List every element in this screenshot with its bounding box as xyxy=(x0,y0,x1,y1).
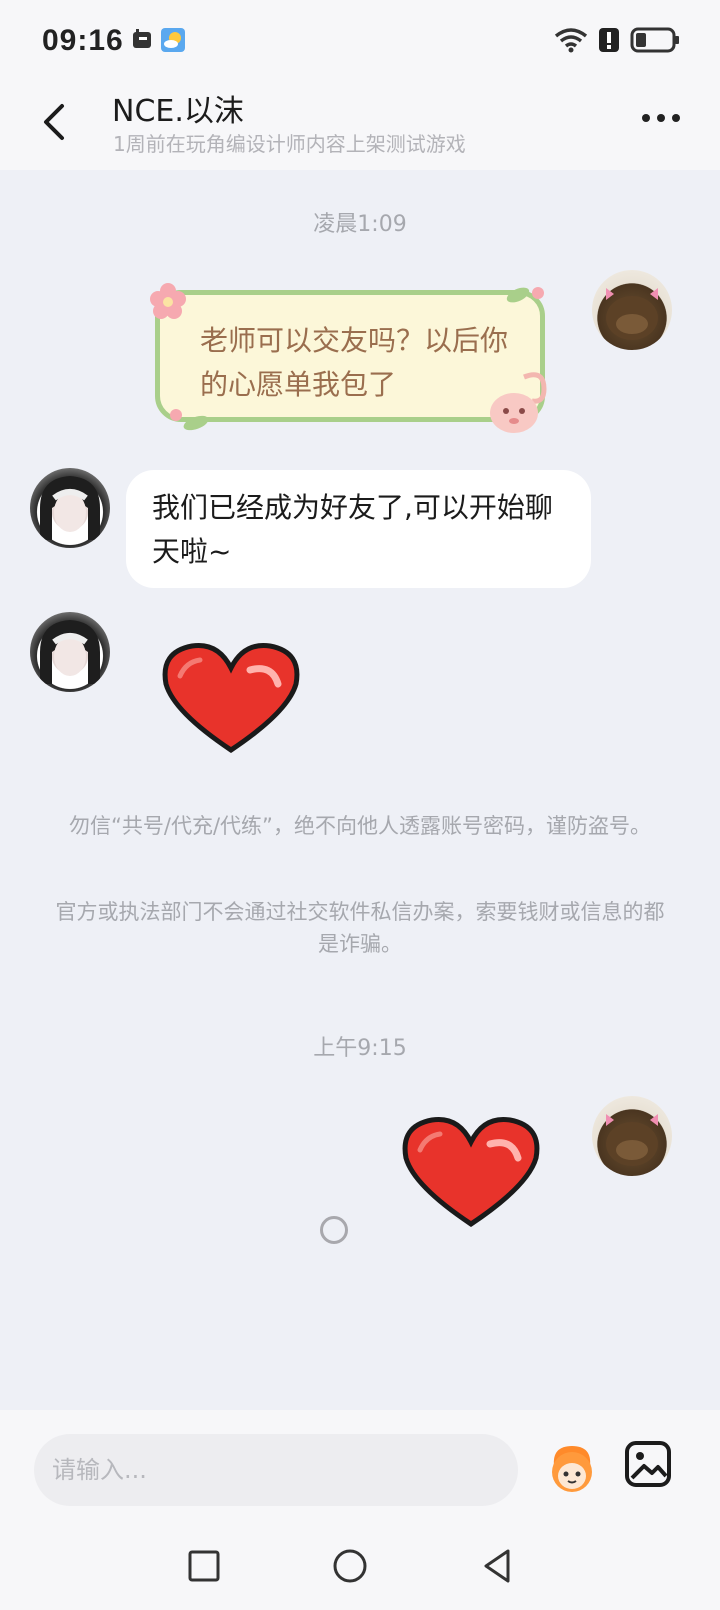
avatar-portrait-icon xyxy=(40,620,100,684)
image-picker-icon[interactable] xyxy=(624,1440,672,1488)
battery-icon xyxy=(630,27,679,53)
contact-status: 1周前在玩角编设计师内容上架测试游戏 xyxy=(113,132,466,156)
friend-avatar[interactable] xyxy=(30,468,110,548)
timestamp: 凌晨1:09 xyxy=(313,212,407,237)
avatar-bow-icon xyxy=(606,1114,658,1166)
recent-apps-icon[interactable] xyxy=(184,1546,224,1586)
status-bar: 09:16 xyxy=(0,0,720,80)
contact-name: NCE.以沫 xyxy=(112,94,244,129)
home-icon[interactable] xyxy=(330,1546,370,1586)
avatar-bow-icon xyxy=(606,288,658,340)
wifi-icon xyxy=(554,28,588,53)
pink-creature-icon xyxy=(490,372,547,433)
heart-sticker-icon[interactable] xyxy=(160,640,302,756)
status-left-icons xyxy=(130,27,186,53)
heart-sticker-icon[interactable] xyxy=(400,1114,542,1230)
system-nav-bar xyxy=(0,1520,720,1610)
chat-header: NCE.以沫 1周前在玩角编设计师内容上架测试游戏 xyxy=(0,80,720,170)
emoji-sticker-icon[interactable] xyxy=(544,1440,600,1496)
sticker-message-text: 老师可以交友吗？以后你的心愿单我包了 xyxy=(200,324,509,401)
status-right-icons xyxy=(554,27,680,53)
my-avatar[interactable] xyxy=(592,1096,672,1176)
status-time: 09:16 xyxy=(42,24,124,57)
message-input[interactable] xyxy=(34,1434,518,1506)
flower-icon xyxy=(150,283,186,319)
leaf-icon xyxy=(170,409,209,431)
back-arrow-icon[interactable] xyxy=(36,100,76,144)
notification-app-icon xyxy=(133,29,151,48)
chat-screen: 09:16 NCE.以沫 1周前在玩角编设计师内容上架测试游戏 凌晨1:09 老… xyxy=(0,0,720,1610)
alert-icon xyxy=(599,28,619,52)
more-options-icon[interactable] xyxy=(642,114,682,130)
fraud-warning: 官方或执法部门不会通过社交软件私信办案，索要钱财或信息的都是诈骗。 xyxy=(55,900,665,956)
back-triangle-icon[interactable] xyxy=(478,1546,518,1586)
input-bar xyxy=(0,1410,720,1520)
friend-message-bubble[interactable]: 我们已经成为好友了,可以开始聊天啦~ xyxy=(126,470,591,588)
my-avatar[interactable] xyxy=(592,270,672,350)
avatar-portrait-icon xyxy=(40,476,100,540)
friend-avatar[interactable] xyxy=(30,612,110,692)
weather-icon xyxy=(161,28,185,52)
sending-indicator xyxy=(320,1216,348,1244)
message-list: 凌晨1:09 老师可以交友吗？以后你的心愿单我包了 我们已经成为好友了,可以开始… xyxy=(0,170,720,1410)
leaf-icon xyxy=(506,287,544,303)
security-warning: 勿信“共号/代充/代练”，绝不向他人透露账号密码，谨防盗号。 xyxy=(69,814,651,838)
sticker-message-bubble[interactable]: 老师可以交友吗？以后你的心愿单我包了 xyxy=(150,283,547,433)
friend-message-text: 我们已经成为好友了,可以开始聊天啦~ xyxy=(152,491,553,568)
timestamp: 上午9:15 xyxy=(313,1036,407,1061)
